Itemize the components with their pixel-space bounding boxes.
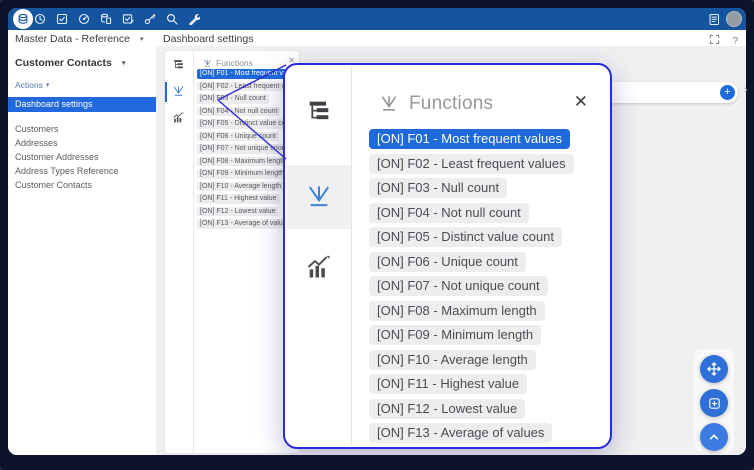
- tree-view-icon[interactable]: [172, 58, 185, 71]
- function-item[interactable]: [ON] F13 - Average of values: [369, 423, 552, 443]
- app-window: Master Data - Reference ▾ Dashboard setti…: [8, 8, 746, 455]
- wrench-icon[interactable]: [188, 13, 200, 25]
- function-item[interactable]: [ON] F11 - Highest value: [369, 374, 527, 394]
- function-item[interactable]: [ON] F04 - Not null count: [197, 107, 280, 117]
- header-row: Master Data - Reference ▾ Dashboard setti…: [8, 30, 746, 46]
- function-item[interactable]: [ON] F09 - Minimum length: [369, 325, 541, 345]
- add-button[interactable]: +: [720, 85, 735, 100]
- popup-title: Functions: [409, 93, 493, 115]
- app-window-frame: Master Data - Reference ▾ Dashboard setti…: [0, 0, 754, 470]
- user-avatar[interactable]: [726, 11, 742, 27]
- topbar: [8, 8, 746, 30]
- sidebar-section-selector[interactable]: Customer Contacts ▾: [15, 57, 125, 69]
- add-widget-button[interactable]: [700, 389, 728, 417]
- function-item[interactable]: [ON] F08 - Maximum length: [197, 157, 289, 167]
- functions-psi-icon-selected[interactable]: [287, 165, 351, 229]
- sidebar-item[interactable]: Address Types Reference: [15, 164, 118, 178]
- function-item[interactable]: [ON] F08 - Maximum length: [369, 301, 545, 321]
- function-item[interactable]: [ON] F10 - Average length: [369, 350, 536, 370]
- selected-tab-indicator: [165, 82, 167, 102]
- notes-icon[interactable]: [708, 13, 720, 25]
- function-item[interactable]: [ON] F09 - Minimum length: [197, 169, 287, 179]
- popup-header: Functions: [379, 93, 493, 115]
- function-item[interactable]: [ON] F03 - Null count: [369, 178, 507, 198]
- functions-psi-icon: [379, 94, 399, 114]
- database-file-icon[interactable]: [100, 13, 112, 25]
- panel-icon-strip: [165, 51, 194, 453]
- sidebar-item[interactable]: Customers: [15, 122, 118, 136]
- sidebar-item-dashboard-settings-selected[interactable]: Dashboard settings: [8, 97, 156, 112]
- actions-label: Actions: [15, 80, 43, 90]
- workspace-selector[interactable]: Master Data - Reference ▾: [15, 33, 143, 45]
- sidebar-section-label: Customer Contacts: [15, 57, 112, 69]
- actions-menu-button[interactable]: Actions▾: [15, 80, 49, 90]
- popup-functions-list: [ON] F01 - Most frequent values [ON] F02 …: [369, 129, 599, 448]
- chevron-down-icon: ▾: [122, 60, 126, 67]
- scroll-top-button[interactable]: [700, 423, 728, 451]
- function-item[interactable]: [ON] F10 - Average length: [197, 182, 284, 192]
- workspace-label: Master Data - Reference: [15, 33, 130, 45]
- function-item[interactable]: [ON] F11 - Highest value: [197, 194, 280, 204]
- close-icon[interactable]: ✕: [574, 93, 588, 110]
- function-item[interactable]: [ON] F13 - Average of values: [197, 219, 293, 229]
- sidebar-item[interactable]: Customer Contacts: [15, 178, 118, 192]
- active-app-database-icon[interactable]: [13, 9, 33, 29]
- function-item[interactable]: [ON] F01 - Most frequent values: [369, 129, 570, 149]
- functions-panel-title: Functions: [216, 58, 253, 68]
- function-item[interactable]: [ON] F05 - Distinct value count: [369, 227, 562, 247]
- tasks-icon[interactable]: [56, 13, 68, 25]
- sidebar-item-list: CustomersAddressesCustomer AddressesAddr…: [15, 122, 118, 192]
- panel-expand-chevron[interactable]: ›: [744, 84, 748, 96]
- functions-popup: Functions ✕ [ON] F01 - Most frequent val…: [283, 63, 612, 449]
- function-item[interactable]: [ON] F12 - Lowest value: [369, 399, 525, 419]
- chart-icon[interactable]: [287, 235, 351, 299]
- function-item[interactable]: [ON] F07 - Not unique count: [197, 144, 291, 154]
- popup-icon-strip: [287, 67, 352, 445]
- move-button[interactable]: [700, 355, 728, 383]
- function-item[interactable]: [ON] F04 - Not null count: [369, 203, 529, 223]
- functions-psi-icon[interactable]: [172, 85, 185, 98]
- checklist-icon[interactable]: [122, 13, 134, 25]
- chevron-down-icon: ▾: [140, 36, 144, 43]
- function-item[interactable]: [ON] F06 - Unique count: [369, 252, 526, 272]
- functions-panel: Functions ✕ [ON] F01 - Most frequent val…: [164, 50, 300, 454]
- function-item[interactable]: [ON] F03 - Null count: [197, 94, 269, 104]
- clock-icon[interactable]: [34, 13, 46, 25]
- sidebar-item[interactable]: Customer Addresses: [15, 150, 118, 164]
- topbar-right: [708, 8, 742, 30]
- functions-psi-icon: [203, 59, 212, 68]
- sidebar: Customer Contacts▾ Actions▾ Dashboard se…: [8, 46, 156, 455]
- function-item[interactable]: [ON] F02 - Least frequent values: [369, 154, 574, 174]
- sidebar-item[interactable]: Addresses: [15, 136, 118, 150]
- function-item[interactable]: [ON] F12 - Lowest value: [197, 207, 278, 217]
- gauge-icon[interactable]: [78, 13, 90, 25]
- tree-view-icon[interactable]: [287, 79, 351, 143]
- topbar-app-icons: [34, 8, 200, 30]
- help-button[interactable]: ?: [732, 36, 738, 47]
- function-item[interactable]: [ON] F07 - Not unique count: [369, 276, 548, 296]
- page-title: Dashboard settings: [163, 33, 253, 45]
- key-icon[interactable]: [144, 13, 156, 25]
- search-icon[interactable]: [166, 13, 178, 25]
- chevron-down-icon: ▾: [46, 82, 50, 89]
- functions-panel-header: Functions: [203, 58, 253, 68]
- function-item[interactable]: [ON] F06 - Unique count: [197, 132, 279, 142]
- chart-icon[interactable]: [172, 111, 185, 124]
